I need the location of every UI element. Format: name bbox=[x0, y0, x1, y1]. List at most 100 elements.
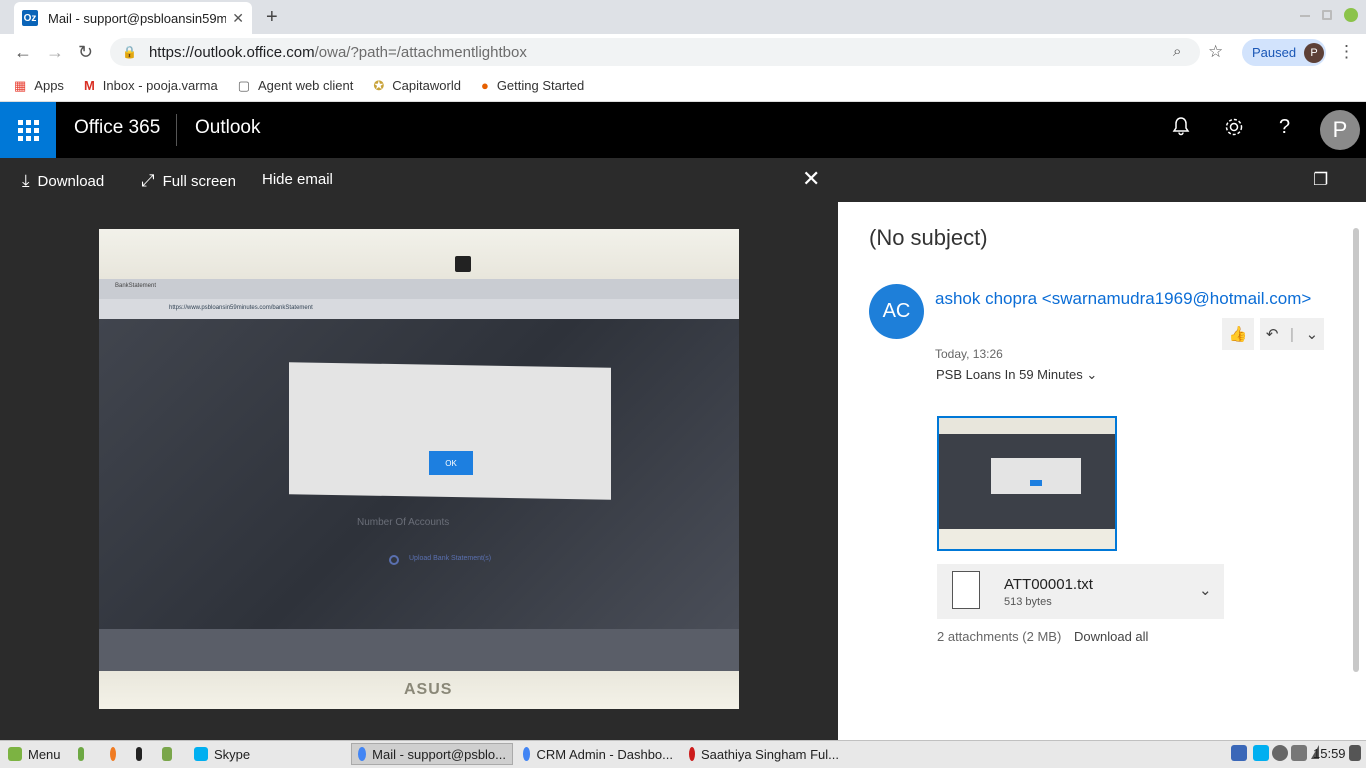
minimize-window-button[interactable] bbox=[1300, 15, 1310, 17]
popout-icon[interactable]: ❐ bbox=[1313, 170, 1328, 190]
close-lightbox-icon[interactable]: ✕ bbox=[802, 166, 820, 192]
full-screen-button[interactable]: ⤢ Full screen bbox=[141, 171, 236, 191]
thumb-ok bbox=[1030, 480, 1042, 486]
maximize-window-button[interactable] bbox=[1322, 10, 1332, 20]
page-icon: ▢ bbox=[237, 77, 250, 93]
apps-grid-icon: ▦ bbox=[14, 77, 27, 93]
tab-title: Mail - support@psbloansin59m bbox=[48, 10, 227, 26]
bookmark-inbox[interactable]: M Inbox - pooja.varma bbox=[84, 78, 218, 93]
shield-icon[interactable] bbox=[1231, 745, 1247, 761]
thumb-bezel-top bbox=[939, 418, 1115, 434]
taskbar-window-mail[interactable]: Mail - support@psblo... bbox=[351, 743, 513, 765]
clock[interactable]: 15:59 bbox=[1313, 746, 1346, 761]
zoom-icon[interactable]: ⌕ bbox=[1173, 43, 1181, 60]
attachment-name[interactable]: ATT00001.txt bbox=[1004, 576, 1093, 593]
sender-avatar[interactable]: AC bbox=[869, 284, 924, 339]
email-recipient[interactable]: PSB Loans In 59 Minutes ⌄ bbox=[936, 367, 1097, 383]
attachment-thumbnail[interactable] bbox=[937, 416, 1117, 551]
email-time: Today, 13:26 bbox=[935, 347, 1003, 361]
app-launcher-button[interactable] bbox=[0, 102, 56, 158]
url-host: https://outlook.office.com bbox=[148, 43, 315, 61]
taskbar-window-crm[interactable]: CRM Admin - Dashbo... bbox=[517, 743, 679, 765]
email-subject: (No subject) bbox=[869, 225, 988, 250]
profile-status: Paused bbox=[1252, 45, 1297, 60]
help-icon[interactable]: ? bbox=[1279, 116, 1290, 139]
chrome-icon bbox=[358, 747, 367, 761]
email-actions: 👍 ↶ | ⌄ bbox=[1222, 318, 1330, 350]
bookmark-agent-web-client[interactable]: ▢ Agent web client bbox=[238, 78, 354, 94]
office-brand[interactable]: Office 365 bbox=[74, 117, 160, 139]
forward-arrow-icon[interactable]: → bbox=[46, 42, 64, 63]
outlook-favicon-icon: Oz bbox=[22, 10, 38, 26]
screen-ok-button: OK bbox=[429, 451, 473, 475]
show-desktop-icon[interactable] bbox=[72, 743, 96, 765]
power-tray-icon[interactable] bbox=[1349, 745, 1361, 761]
user-tray-icon[interactable] bbox=[1272, 745, 1288, 761]
expand-icon: ⤢ bbox=[141, 171, 155, 190]
skype-icon bbox=[194, 747, 208, 761]
chrome-icon bbox=[523, 747, 531, 761]
screen-heading: Number Of Accounts bbox=[357, 517, 450, 528]
download-button[interactable]: ⤓ Download bbox=[22, 171, 104, 191]
close-window-button[interactable] bbox=[1344, 8, 1358, 22]
file-icon bbox=[952, 571, 980, 609]
start-menu-button[interactable]: Menu bbox=[2, 743, 70, 765]
screen-url: https://www.psbloansin59minutes.com/bank… bbox=[169, 305, 313, 311]
user-avatar[interactable]: P bbox=[1320, 110, 1360, 150]
download-all-link[interactable]: Download all bbox=[1074, 629, 1148, 644]
bookmark-capitaworld[interactable]: ✪ Capitaworld bbox=[373, 78, 461, 94]
thumbs-up-icon: 👍 bbox=[1228, 326, 1248, 343]
bookmark-apps[interactable]: ▦ Apps bbox=[14, 78, 64, 94]
address-bar[interactable]: 🔒 https://outlook.office.com/owa/?path=/… bbox=[110, 38, 1200, 66]
attachment-size: 513 bytes bbox=[1004, 596, 1052, 608]
app-name[interactable]: Outlook bbox=[195, 117, 260, 139]
reload-icon[interactable]: ↻ bbox=[78, 42, 93, 63]
terminal-launcher-icon[interactable] bbox=[130, 743, 154, 765]
screen-dialog bbox=[289, 362, 611, 500]
capitaworld-icon: ✪ bbox=[373, 77, 385, 93]
reading-pane-scrollbar[interactable] bbox=[1353, 228, 1359, 672]
reply-all-icon: ↶ bbox=[1265, 326, 1279, 343]
firefox-launcher-icon[interactable] bbox=[104, 743, 128, 765]
url-path: /owa/?path=/attachmentlightbox bbox=[314, 43, 527, 61]
new-tab-button[interactable]: + bbox=[266, 6, 278, 29]
taskbar-skype[interactable]: Skype bbox=[188, 743, 346, 765]
gear-icon[interactable] bbox=[1223, 116, 1245, 144]
skype-tray-icon[interactable] bbox=[1253, 745, 1269, 761]
screen-taskbar bbox=[99, 629, 739, 671]
bookmarks-bar: ▦ Apps M Inbox - pooja.varma ▢ Agent web cl… bbox=[0, 70, 1366, 102]
download-icon: ⤓ bbox=[22, 171, 30, 190]
browser-menu-icon[interactable]: ⋮ bbox=[1338, 42, 1355, 62]
files-launcher-icon[interactable] bbox=[156, 743, 184, 765]
attachment-menu-chevron-icon[interactable]: ⌄ bbox=[1199, 581, 1212, 599]
bookmark-getting-started[interactable]: ● Getting Started bbox=[481, 78, 584, 93]
webcam bbox=[455, 256, 471, 272]
gmail-icon: M bbox=[83, 78, 95, 93]
profile-button[interactable]: Paused P bbox=[1242, 39, 1326, 66]
hide-email-button[interactable]: Hide email bbox=[262, 171, 333, 188]
back-arrow-icon[interactable]: ← bbox=[14, 42, 32, 63]
firefox-icon: ● bbox=[480, 78, 489, 93]
waffle-icon bbox=[17, 119, 39, 141]
reply-button[interactable]: ↶ | ⌄ bbox=[1260, 318, 1324, 350]
attachment-photo: BankStatement https://www.psbloansin59mi… bbox=[99, 229, 739, 709]
thumb-bezel-bottom bbox=[939, 529, 1115, 549]
taskbar-window-saathiya[interactable]: Saathiya Singham Ful... bbox=[683, 743, 845, 765]
screen-radio bbox=[389, 555, 399, 565]
lock-icon: 🔒 bbox=[122, 45, 137, 59]
browser-tab-active[interactable]: Oz Mail - support@psbloansin59m ✕ bbox=[14, 2, 252, 34]
mint-logo-icon bbox=[8, 747, 22, 761]
sender-name[interactable]: ashok chopra <swarnamudra1969@hotmail.co… bbox=[935, 289, 1332, 309]
bookmark-star-icon[interactable]: ☆ bbox=[1208, 42, 1223, 62]
notification-tray-icon[interactable] bbox=[1291, 745, 1307, 761]
like-button[interactable]: 👍 bbox=[1222, 318, 1254, 350]
screen-tab-title: BankStatement bbox=[115, 283, 157, 289]
thumb-dialog bbox=[991, 458, 1081, 494]
tab-close-icon[interactable]: ✕ bbox=[232, 10, 244, 27]
bell-icon[interactable] bbox=[1171, 116, 1191, 142]
header-divider bbox=[176, 114, 177, 146]
expand-recipients-icon[interactable]: ⌄ bbox=[1086, 367, 1097, 382]
screen-tabbar bbox=[99, 279, 739, 299]
chevron-down-icon[interactable]: ⌄ bbox=[1306, 325, 1319, 343]
attachments-count: 2 attachments (2 MB) bbox=[937, 629, 1062, 644]
